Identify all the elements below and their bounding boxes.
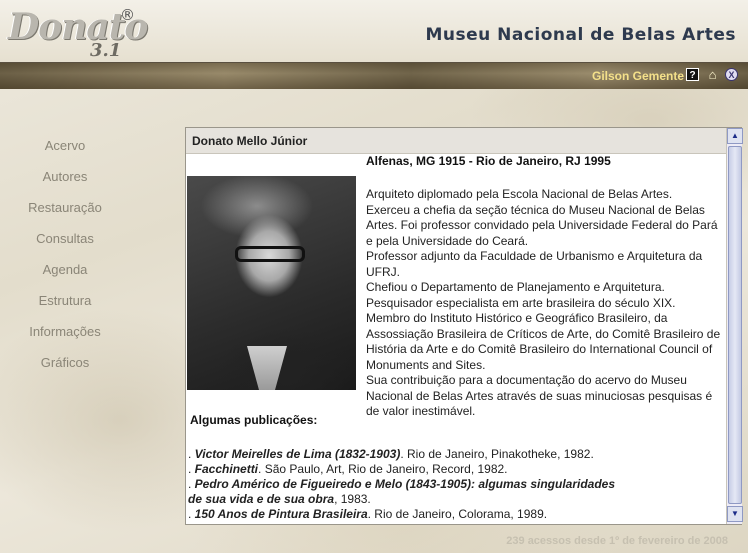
vertical-scrollbar[interactable]: ▲ ▼ [726, 128, 743, 524]
publication-details: , 1983. [334, 492, 371, 506]
bio-line: Chefiou o Departamento de Planejamento e… [366, 280, 665, 294]
scroll-up-button[interactable]: ▲ [727, 128, 743, 144]
publication-title: 150 Anos de Pintura Brasileira [194, 507, 368, 521]
nav-item-acervo[interactable]: Acervo [0, 138, 130, 153]
publication-item: . Victor Meirelles de Lima (1832-1903). … [188, 447, 594, 461]
publication-details: . Rio de Janeiro, Pinakotheke, 1982. [400, 447, 594, 461]
registered-mark: ® [120, 6, 135, 24]
scroll-thumb[interactable] [728, 146, 742, 504]
home-icon[interactable]: ⌂ [706, 68, 719, 81]
publication-item: . 150 Anos de Pintura Brasileira. Rio de… [188, 507, 548, 521]
app-version: 3.1 [90, 40, 122, 61]
publication-item: . Pedro Américo de Figueiredo e Melo (18… [188, 477, 616, 506]
user-name[interactable]: Gilson Gemente [592, 69, 684, 83]
shirt-detail [247, 346, 287, 390]
help-icon[interactable]: ? [686, 68, 699, 81]
publication-title: Pedro Américo de Figueiredo e Melo (1843… [188, 477, 616, 506]
scroll-down-button[interactable]: ▼ [727, 506, 743, 522]
publication-title: Victor Meirelles de Lima (1832-1903) [194, 447, 401, 461]
author-name: Donato Mello Júnior [186, 128, 726, 154]
publications-title: Algumas publicações: [190, 413, 318, 427]
author-content: Alfenas, MG 1915 - Rio de Janeiro, RJ 19… [186, 154, 726, 524]
nav-item-informacoes[interactable]: Informações [0, 324, 130, 339]
bio-line: Arquiteto diplomado pela Escola Nacional… [366, 187, 673, 201]
bio-line: Pesquisador especialista em arte brasile… [366, 295, 676, 310]
publication-title: Facchinetti [194, 462, 259, 476]
publication-details: . São Paulo, Art, Rio de Janeiro, Record… [258, 462, 508, 476]
bio-line: Exerceu a chefia da seção técnica do Mus… [366, 202, 718, 248]
author-photo [187, 176, 356, 390]
museum-title: Museu Nacional de Belas Artes [425, 25, 736, 45]
nav-item-agenda[interactable]: Agenda [0, 262, 130, 277]
access-counter: 239 acessos desde 1º de fevereiro de 200… [506, 535, 728, 547]
author-bio: Arquiteto diplomado pela Escola Nacional… [366, 187, 721, 420]
app-header: Donato ® 3.1 Museu Nacional de Belas Art… [0, 0, 748, 62]
bio-line: Professor adjunto da Faculdade de Urbani… [366, 249, 703, 279]
nav-item-autores[interactable]: Autores [0, 169, 130, 184]
nav-item-restauracao[interactable]: Restauração [0, 200, 130, 215]
bio-line: Membro do Instituto Histórico e Geográfi… [366, 311, 721, 372]
publications-list: . Victor Meirelles de Lima (1832-1903). … [188, 447, 628, 522]
glasses-detail [235, 246, 305, 262]
publication-details: . Rio de Janeiro, Colorama, 1989. [367, 507, 548, 521]
exit-icon[interactable]: X [725, 68, 738, 81]
author-panel: Donato Mello Júnior Alfenas, MG 1915 - R… [185, 127, 743, 525]
nav-item-graficos[interactable]: Gráficos [0, 355, 130, 370]
bio-line: Sua contribuição para a documentação do … [366, 373, 713, 418]
author-birth-death: Alfenas, MG 1915 - Rio de Janeiro, RJ 19… [366, 154, 611, 168]
nav-item-consultas[interactable]: Consultas [0, 231, 130, 246]
publication-item: . Facchinetti. São Paulo, Art, Rio de Ja… [188, 462, 508, 476]
nav-item-estrutura[interactable]: Estrutura [0, 293, 130, 308]
